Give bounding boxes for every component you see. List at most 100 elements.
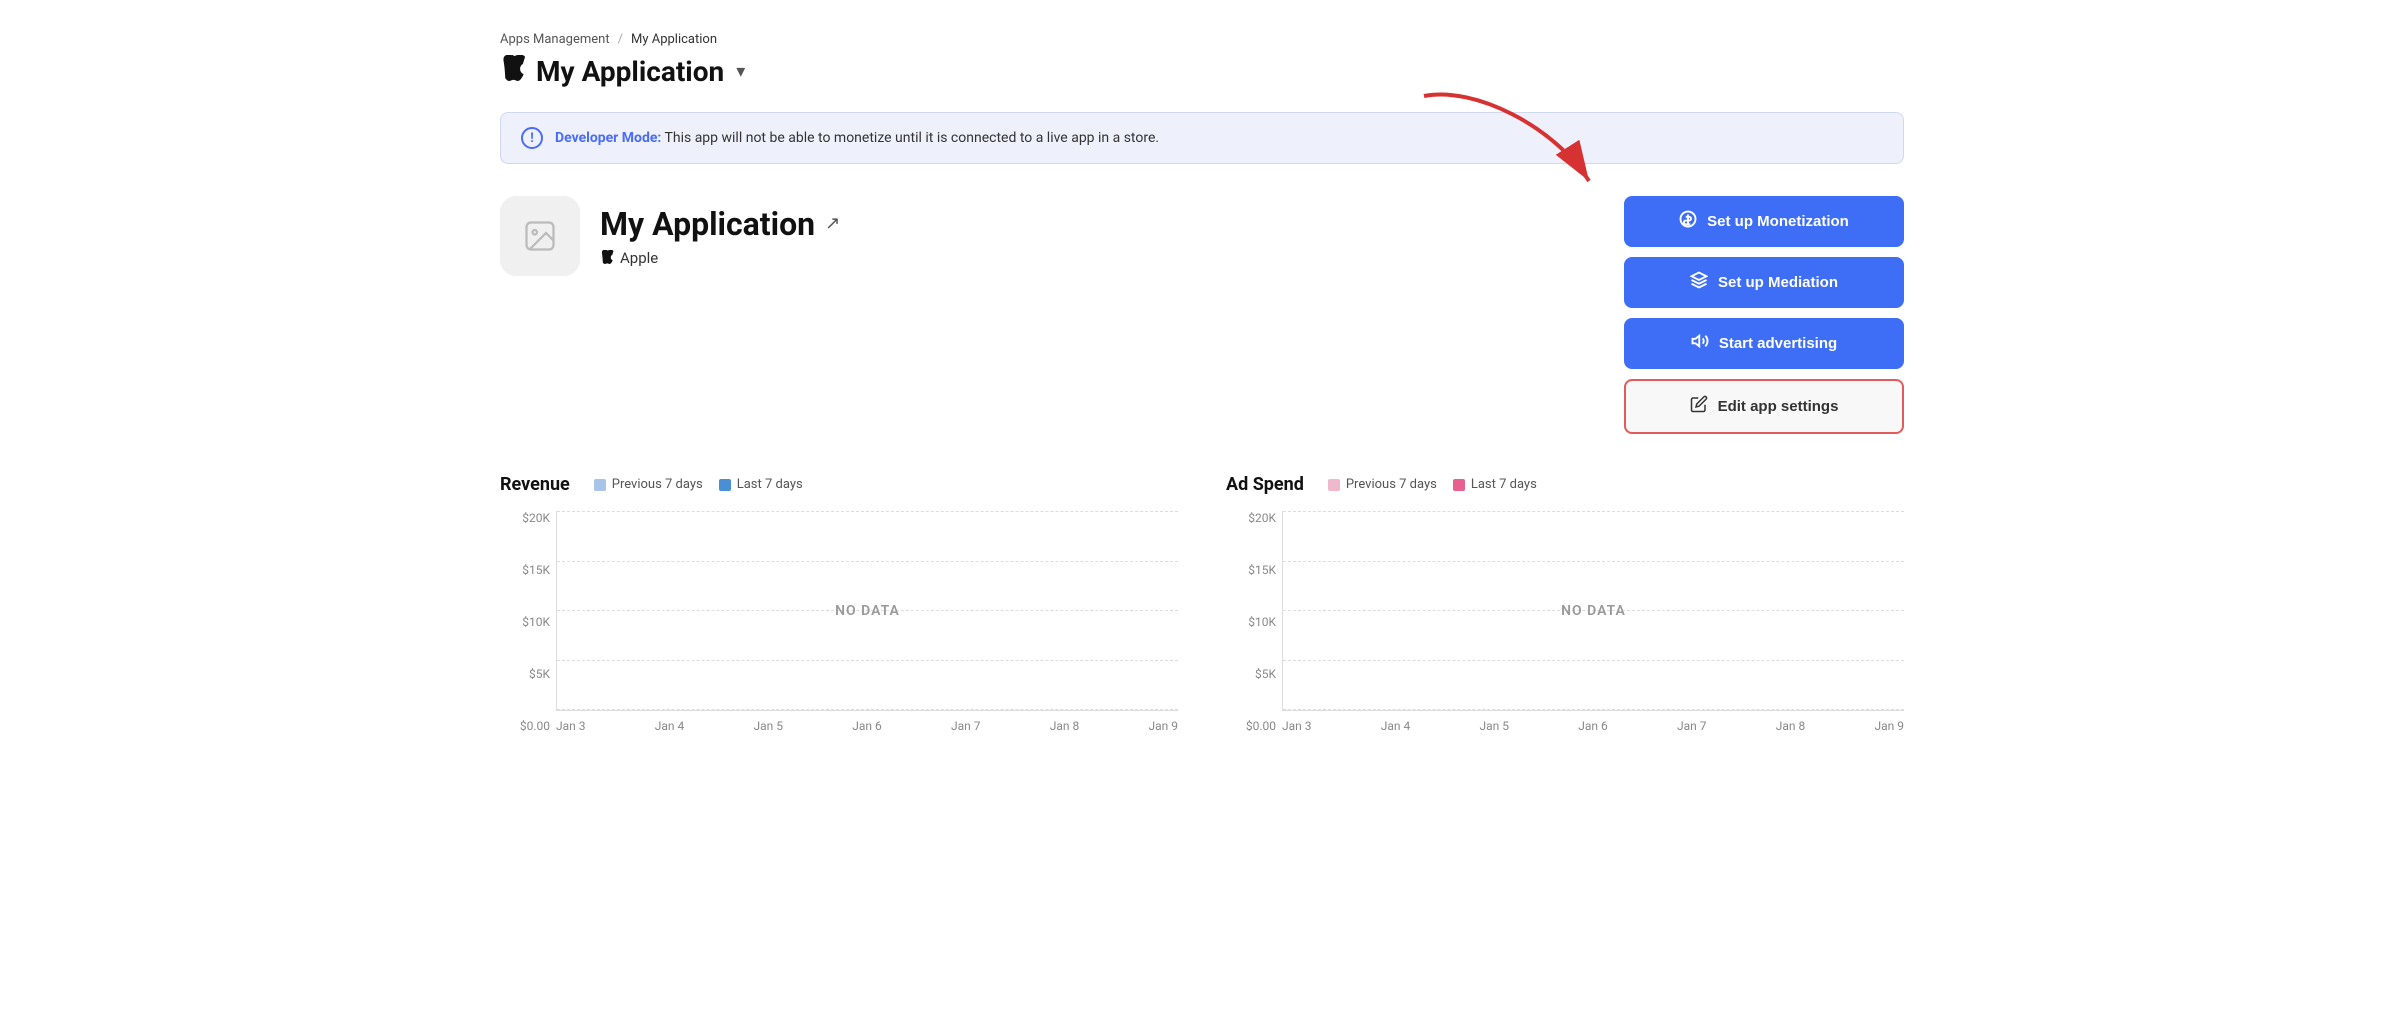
x-jan4: Jan 4 (655, 719, 685, 733)
app-name: My Application (600, 205, 815, 243)
adspend-chart-area: NO DATA (1282, 511, 1904, 711)
start-advertising-label: Start advertising (1719, 335, 1837, 352)
breadcrumb: Apps Management / My Application (500, 32, 1904, 47)
revenue-chart-title: Revenue (500, 474, 570, 495)
revenue-last-dot (719, 479, 731, 491)
revenue-prev-label: Previous 7 days (612, 477, 703, 492)
x-jan8: Jan 8 (1050, 719, 1080, 733)
adspend-y-labels: $20K $15K $10K $5K $0.00 (1232, 511, 1276, 733)
x-jan5: Jan 5 (754, 719, 784, 733)
revenue-chart: Revenue Previous 7 days Last 7 days $20K (500, 474, 1178, 733)
setup-monetization-button[interactable]: Set up Monetization (1624, 196, 1904, 247)
adspend-no-data: NO DATA (1561, 603, 1626, 619)
revenue-y-0: $0.00 (506, 719, 550, 733)
app-details: My Application ↗ Apple (600, 205, 840, 268)
revenue-prev-dot (594, 479, 606, 491)
x-jan9: Jan 9 (1149, 719, 1179, 733)
edit-app-settings-label: Edit app settings (1718, 398, 1839, 415)
setup-mediation-button[interactable]: Set up Mediation (1624, 257, 1904, 308)
adspend-y-0: $0.00 (1232, 719, 1276, 733)
revenue-chart-header: Revenue Previous 7 days Last 7 days (500, 474, 1178, 495)
edit-app-settings-button[interactable]: Edit app settings (1624, 379, 1904, 434)
dev-banner-bold: Developer Mode: (555, 130, 661, 146)
revenue-chart-wrapper: $20K $15K $10K $5K $0.00 (500, 511, 1178, 733)
start-advertising-button[interactable]: Start advertising (1624, 318, 1904, 369)
adspend-y-20k: $20K (1232, 511, 1276, 525)
app-header: My Application ↗ Apple (500, 196, 1904, 434)
apple-logo-title (500, 55, 526, 88)
revenue-y-20k: $20K (506, 511, 550, 525)
adspend-gridline-1 (1283, 511, 1904, 512)
adspend-chart: Ad Spend Previous 7 days Last 7 days $20… (1226, 474, 1904, 733)
apple-logo-small (600, 249, 614, 268)
adspend-chart-title: Ad Spend (1226, 474, 1304, 495)
app-store-name: Apple (620, 249, 658, 267)
x-jan3: Jan 3 (556, 719, 586, 733)
breadcrumb-current: My Application (631, 32, 717, 47)
gridline-5 (557, 709, 1178, 710)
adspend-y-15k: $15K (1232, 563, 1276, 577)
adspend-last-label: Last 7 days (1471, 477, 1537, 492)
adspend-legend: Previous 7 days Last 7 days (1328, 477, 1537, 492)
adspend-x-labels: Jan 3 Jan 4 Jan 5 Jan 6 Jan 7 Jan 8 Jan … (1282, 719, 1904, 733)
adspend-chart-header: Ad Spend Previous 7 days Last 7 days (1226, 474, 1904, 495)
info-icon: ! (521, 127, 543, 149)
app-name-row: My Application ↗ (600, 205, 840, 243)
revenue-legend: Previous 7 days Last 7 days (594, 477, 803, 492)
adspend-x-jan3: Jan 3 (1282, 719, 1312, 733)
adspend-gridline-4 (1283, 660, 1904, 661)
adspend-y-5k: $5K (1232, 667, 1276, 681)
page-title-row: My Application ▾ (500, 55, 1904, 88)
gridline-1 (557, 511, 1178, 512)
external-link-icon[interactable]: ↗ (825, 213, 840, 234)
gridline-2 (557, 561, 1178, 562)
x-jan6: Jan 6 (852, 719, 882, 733)
breadcrumb-parent[interactable]: Apps Management (500, 32, 610, 47)
revenue-y-5k: $5K (506, 667, 550, 681)
layers-icon (1690, 271, 1708, 294)
revenue-no-data: NO DATA (835, 603, 900, 619)
adspend-legend-last: Last 7 days (1453, 477, 1537, 492)
adspend-x-jan5: Jan 5 (1480, 719, 1510, 733)
adspend-x-jan9: Jan 9 (1875, 719, 1905, 733)
revenue-legend-last: Last 7 days (719, 477, 803, 492)
page-title: My Application (536, 55, 724, 88)
revenue-y-10k: $10K (506, 615, 550, 629)
adspend-chart-area-wrapper: $20K $15K $10K $5K $0.00 (1282, 511, 1904, 733)
action-buttons-container: Set up Monetization Set up Mediation (1624, 196, 1904, 434)
revenue-chart-area: NO DATA (556, 511, 1178, 711)
adspend-prev-dot (1328, 479, 1340, 491)
adspend-x-jan6: Jan 6 (1578, 719, 1608, 733)
revenue-chart-area-wrapper: $20K $15K $10K $5K $0.00 (556, 511, 1178, 733)
adspend-x-jan8: Jan 8 (1776, 719, 1806, 733)
app-icon (500, 196, 580, 276)
x-jan7: Jan 7 (951, 719, 981, 733)
adspend-gridline-2 (1283, 561, 1904, 562)
adspend-legend-prev: Previous 7 days (1328, 477, 1437, 492)
dev-banner-text: Developer Mode: This app will not be abl… (555, 130, 1159, 146)
adspend-x-jan4: Jan 4 (1381, 719, 1411, 733)
breadcrumb-separator: / (618, 32, 623, 47)
setup-mediation-label: Set up Mediation (1718, 274, 1838, 291)
adspend-y-10k: $10K (1232, 615, 1276, 629)
revenue-y-15k: $15K (506, 563, 550, 577)
edit-icon (1690, 395, 1708, 418)
developer-mode-banner: ! Developer Mode: This app will not be a… (500, 112, 1904, 164)
action-buttons: Set up Monetization Set up Mediation (1624, 196, 1904, 434)
charts-row: Revenue Previous 7 days Last 7 days $20K (500, 474, 1904, 733)
setup-monetization-label: Set up Monetization (1707, 213, 1849, 230)
adspend-gridline-5 (1283, 709, 1904, 710)
adspend-chart-wrapper: $20K $15K $10K $5K $0.00 (1226, 511, 1904, 733)
adspend-last-dot (1453, 479, 1465, 491)
gridline-4 (557, 660, 1178, 661)
chevron-down-icon[interactable]: ▾ (736, 61, 745, 82)
revenue-last-label: Last 7 days (737, 477, 803, 492)
revenue-legend-prev: Previous 7 days (594, 477, 703, 492)
adspend-x-jan7: Jan 7 (1677, 719, 1707, 733)
revenue-x-labels: Jan 3 Jan 4 Jan 5 Jan 6 Jan 7 Jan 8 Jan … (556, 719, 1178, 733)
dollar-icon (1679, 210, 1697, 233)
revenue-y-labels: $20K $15K $10K $5K $0.00 (506, 511, 550, 733)
app-store-row: Apple (600, 249, 840, 268)
adspend-prev-label: Previous 7 days (1346, 477, 1437, 492)
megaphone-icon (1691, 332, 1709, 355)
